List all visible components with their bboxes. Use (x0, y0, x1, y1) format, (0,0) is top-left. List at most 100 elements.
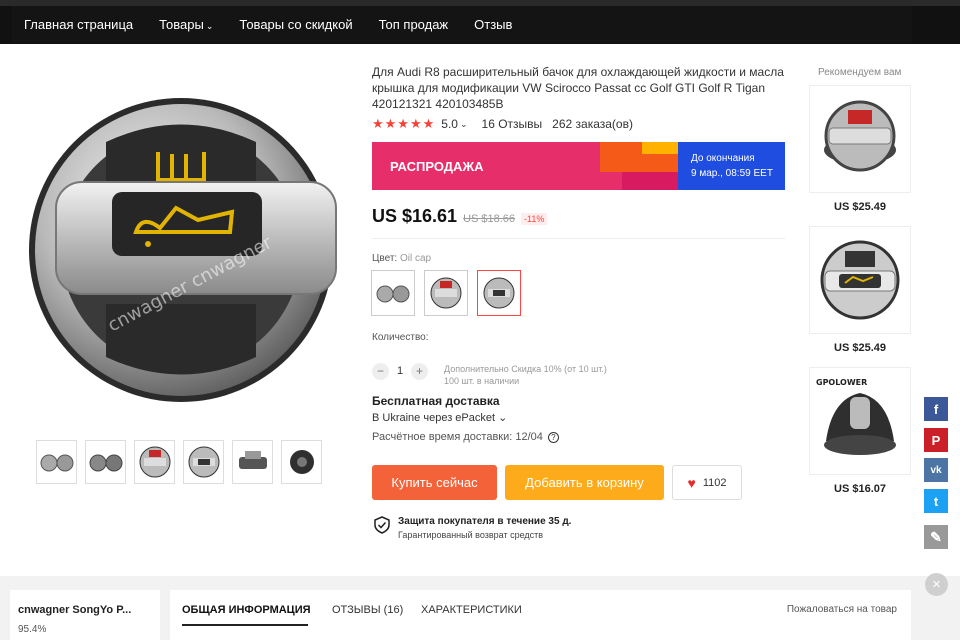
quantity-input[interactable]: 1 (389, 365, 411, 377)
chevron-down-icon[interactable]: ⌄ (460, 119, 468, 130)
divider (372, 238, 785, 239)
bulk-discount-note: Дополнительно Скидка 10% (от 10 шт.) (444, 364, 607, 374)
quantity-stepper: − 1 + Дополнительно Скидка 10% (от 10 шт… (372, 355, 607, 387)
current-price: US $16.61 (372, 206, 458, 226)
orders-count: 262 заказа(ов) (552, 117, 633, 131)
quantity-label: Количество: (372, 332, 429, 343)
protection-subtitle: Гарантированный возврат средств (398, 530, 544, 540)
thumbnail-3[interactable] (134, 440, 175, 484)
recommended-item-1[interactable] (809, 85, 911, 193)
thumbnail-image (188, 446, 219, 478)
add-to-cart-button[interactable]: Добавить в корзину (505, 465, 664, 500)
countdown-title: До окончания (691, 153, 755, 164)
color-options (371, 270, 521, 316)
oil-cap-image: cnwagner cnwagner (29, 98, 337, 402)
chevron-down-icon: ⌄ (205, 20, 214, 31)
quantity-note: Дополнительно Скидка 10% (от 10 шт.) 100… (444, 363, 607, 387)
nav-top-sales[interactable]: Топ продаж (367, 17, 463, 32)
tab-reviews[interactable]: ОТЗЫВЫ (16) (332, 604, 403, 616)
pinterest-icon[interactable]: P (924, 428, 948, 452)
store-rating: 95.4% (18, 624, 47, 635)
heart-icon: ♥ (687, 474, 696, 491)
thumbnail-5[interactable] (232, 440, 273, 484)
shipping-time-text: Расчётное время доставки: 12/04 (372, 431, 543, 443)
facebook-icon[interactable]: f (924, 397, 948, 421)
twitter-icon[interactable]: t (924, 489, 948, 513)
main-nav: Главная страница Товары ⌄ Товары со скидк… (12, 6, 912, 42)
recommended-image (824, 100, 896, 172)
thumbnail-image (89, 454, 122, 472)
wishlist-button[interactable]: ♥ 1102 (672, 465, 742, 500)
thumbnail-strip (36, 440, 322, 484)
nav-home-label: Главная страница (24, 16, 134, 32)
tab-specifications[interactable]: ХАРАКТЕРИСТИКИ (421, 604, 522, 616)
quantity-increase-button[interactable]: + (411, 362, 428, 380)
star-rating-icon: ★★★★★ (372, 116, 436, 131)
recommended-price-1: US $25.49 (834, 201, 886, 213)
banner-decoration (622, 172, 678, 190)
protection-title: Защита покупателя в течение 35 д. (398, 516, 572, 527)
store-name[interactable]: cnwagner SongYo P... (18, 604, 152, 616)
recommended-item-3[interactable]: GPOLOWER (809, 367, 911, 475)
nav-feedback[interactable]: Отзыв (462, 17, 526, 32)
recommended-price-2: US $25.49 (834, 342, 886, 354)
active-tab-indicator (182, 624, 308, 626)
thumbnail-image (289, 450, 314, 474)
buy-now-button[interactable]: Купить сейчас (372, 465, 497, 500)
color-option-3-selected[interactable] (477, 270, 521, 316)
reviews-link[interactable]: 16 Отзывы (482, 117, 543, 131)
color-option-1[interactable] (371, 270, 415, 316)
shipping-destination-select[interactable]: В Ukraine через ePacket ⌄ (372, 411, 507, 424)
recommended-item-2[interactable] (809, 226, 911, 334)
edit-icon[interactable]: ✎ (924, 525, 948, 549)
top-bar: Главная страница Товары ⌄ Товары со скидк… (0, 0, 960, 44)
sale-label: РАСПРОДАЖА (390, 159, 484, 174)
product-main-image[interactable]: cnwagner cnwagner (26, 82, 338, 418)
color-label: Цвет: Oil cap (372, 253, 431, 264)
nav-feedback-label: Отзыв (474, 16, 513, 32)
swatch-image (430, 277, 462, 309)
shipping-title: Бесплатная доставка (372, 394, 500, 408)
store-card[interactable]: cnwagner SongYo P... 95.4% (10, 590, 160, 640)
detail-tabs: ОБЩАЯ ИНФОРМАЦИЯ ОТЗЫВЫ (16) ХАРАКТЕРИСТ… (170, 590, 911, 640)
sale-banner: РАСПРОДАЖА До окончания 9 мар., 08:59 EE… (372, 142, 785, 190)
nav-products[interactable]: Товары ⌄ (147, 17, 227, 32)
banner-decoration (642, 142, 678, 154)
old-price: US $18.66 (463, 213, 516, 225)
thumbnail-image (139, 446, 170, 478)
countdown-value: 9 мар., 08:59 EET (691, 168, 773, 179)
color-value: Oil cap (399, 253, 432, 264)
rating-row: ★★★★★ 5.0 ⌄ 16 Отзывы 262 заказа(ов) (372, 116, 633, 132)
quantity-decrease-button[interactable]: − (372, 362, 389, 380)
close-icon[interactable]: × (925, 573, 948, 596)
thumbnail-6[interactable] (281, 440, 322, 484)
thumbnail-1[interactable] (36, 440, 77, 484)
tab-overview[interactable]: ОБЩАЯ ИНФОРМАЦИЯ (182, 604, 311, 616)
rating-value: 5.0 (441, 117, 458, 131)
shipping-time: Расчётное время доставки: 12/04 ? (372, 431, 559, 443)
thumbnail-image (40, 454, 73, 472)
discount-badge: -11% (521, 213, 548, 225)
sale-countdown: До окончания 9 мар., 08:59 EET (678, 142, 785, 190)
color-option-2[interactable] (424, 270, 468, 316)
nav-discounted[interactable]: Товары со скидкой (227, 17, 366, 32)
recommended-brand: GPOLOWER (816, 378, 867, 387)
report-product-link[interactable]: Пожаловаться на товар (787, 604, 897, 615)
recommended-image: GPOLOWER (816, 378, 896, 455)
thumbnail-2[interactable] (85, 440, 126, 484)
recommended-title: Рекомендуем вам (818, 67, 902, 78)
stock-note: 100 шт. в наличии (444, 376, 520, 386)
recommended-image (820, 240, 900, 320)
thumbnail-4[interactable] (183, 440, 224, 484)
protection-text: Защита покупателя в течение 35 д. Гарант… (398, 516, 571, 540)
nav-home[interactable]: Главная страница (12, 17, 147, 32)
product-title: Для Audi R8 расширительный бачок для охл… (372, 65, 784, 111)
buyer-protection: Защита покупателя в течение 35 д. Гарант… (374, 516, 571, 540)
wishlist-count: 1102 (702, 476, 727, 489)
nav-top-sales-label: Топ продаж (378, 16, 449, 32)
vk-icon[interactable]: vk (924, 458, 948, 482)
swatch-image (483, 277, 515, 309)
swatch-image (376, 285, 410, 303)
thumbnail-image (238, 451, 267, 469)
help-icon[interactable]: ? (547, 431, 559, 443)
